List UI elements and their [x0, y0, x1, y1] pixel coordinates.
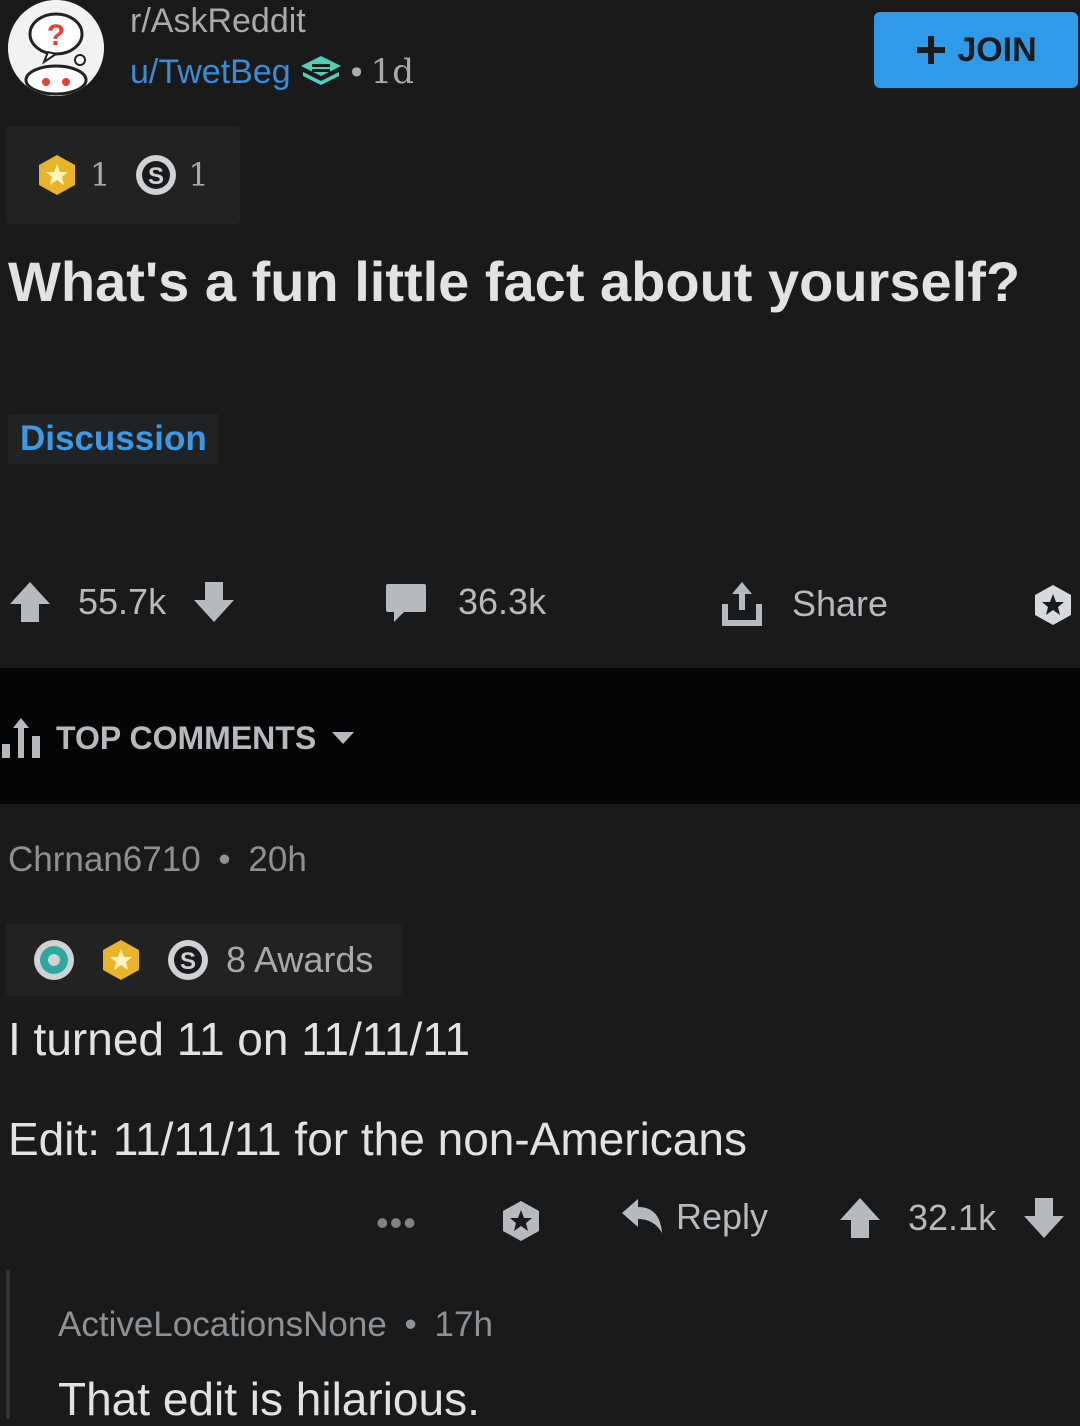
sort-top-icon	[0, 716, 42, 760]
downvote-icon[interactable]	[1022, 1196, 1066, 1240]
comment-body-line: I turned 11 on 11/11/11	[8, 1013, 471, 1065]
askreddit-snoo-icon: ?	[8, 0, 104, 96]
post-vote-group: 55.7k	[8, 580, 236, 624]
plus-icon	[915, 34, 947, 66]
comment-vote-group: 32.1k	[838, 1196, 1066, 1240]
post-awards[interactable]: 1 S 1	[6, 126, 240, 224]
byline-separator: •	[218, 840, 231, 879]
comment-author[interactable]: Chrnan6710	[8, 840, 201, 879]
give-award-button[interactable]	[1030, 582, 1076, 628]
byline-separator: •	[350, 52, 363, 91]
author-username[interactable]: u/TwetBeg	[130, 53, 291, 92]
subreddit-name[interactable]: r/AskReddit	[130, 2, 306, 41]
reply-body: That edit is hilarious.	[58, 1373, 480, 1425]
reply-button[interactable]: Reply	[620, 1196, 768, 1238]
comment-count: 36.3k	[458, 581, 547, 622]
gold-award-count: 1	[90, 156, 111, 194]
join-label: JOIN	[957, 30, 1037, 69]
reply-byline: ActiveLocationsNone • 17h	[58, 1305, 493, 1345]
post-age: 1d	[370, 52, 414, 92]
post-score: 55.7k	[78, 581, 167, 622]
award-outline-icon	[1030, 582, 1076, 628]
downvote-icon[interactable]	[192, 580, 236, 624]
svg-text:?: ?	[47, 19, 65, 52]
comment-awards-label: 8 Awards	[226, 939, 374, 980]
post-comments-button[interactable]: 36.3k	[384, 580, 546, 624]
post-flair[interactable]: Discussion	[8, 414, 219, 464]
comment-give-award-button[interactable]	[498, 1198, 544, 1244]
wholesome-award-icon	[32, 938, 76, 982]
chevron-down-icon	[330, 730, 356, 746]
comment-awards[interactable]: S 8 Awards	[6, 924, 402, 996]
svg-text:S: S	[180, 948, 196, 975]
share-label: Share	[792, 583, 889, 624]
upvote-icon[interactable]	[8, 580, 52, 624]
share-icon	[718, 580, 766, 628]
svg-text:S: S	[148, 163, 164, 190]
post-title[interactable]: What's a fun little fact about yourself?	[8, 248, 1068, 316]
comment-edit-line: Edit: 11/11/11 for the non-Americans	[8, 1113, 747, 1165]
silver-award-count: 1	[188, 156, 209, 194]
reply-label: Reply	[676, 1196, 769, 1237]
more-options-button[interactable]: •••	[376, 1202, 417, 1244]
sort-label: TOP COMMENTS	[56, 719, 317, 756]
subreddit-avatar[interactable]: ?	[8, 0, 104, 96]
thread-line[interactable]	[6, 1270, 10, 1419]
join-button[interactable]: JOIN	[874, 12, 1078, 88]
comment-byline: Chrnan6710 • 20h	[8, 840, 307, 880]
share-button[interactable]: Share	[718, 580, 888, 628]
comment-age: 20h	[248, 840, 307, 879]
silver-award-icon: S	[134, 153, 178, 197]
gold-award-icon	[98, 937, 144, 983]
reply-arrow-icon	[620, 1197, 664, 1237]
upvote-icon[interactable]	[838, 1196, 882, 1240]
sort-dropdown[interactable]: TOP COMMENTS	[0, 716, 356, 760]
post-byline: u/TwetBeg • 1d	[130, 52, 414, 92]
reply-age: 17h	[434, 1305, 493, 1344]
comment-bubble-icon	[384, 580, 428, 624]
comment-score: 32.1k	[908, 1197, 997, 1238]
silver-award-icon: S	[166, 938, 210, 982]
reply-author[interactable]: ActiveLocationsNone	[58, 1305, 387, 1344]
award-outline-icon	[498, 1198, 544, 1244]
byline-separator: •	[404, 1305, 417, 1344]
gold-award-icon	[34, 152, 80, 198]
layers-badge-icon	[299, 54, 343, 90]
